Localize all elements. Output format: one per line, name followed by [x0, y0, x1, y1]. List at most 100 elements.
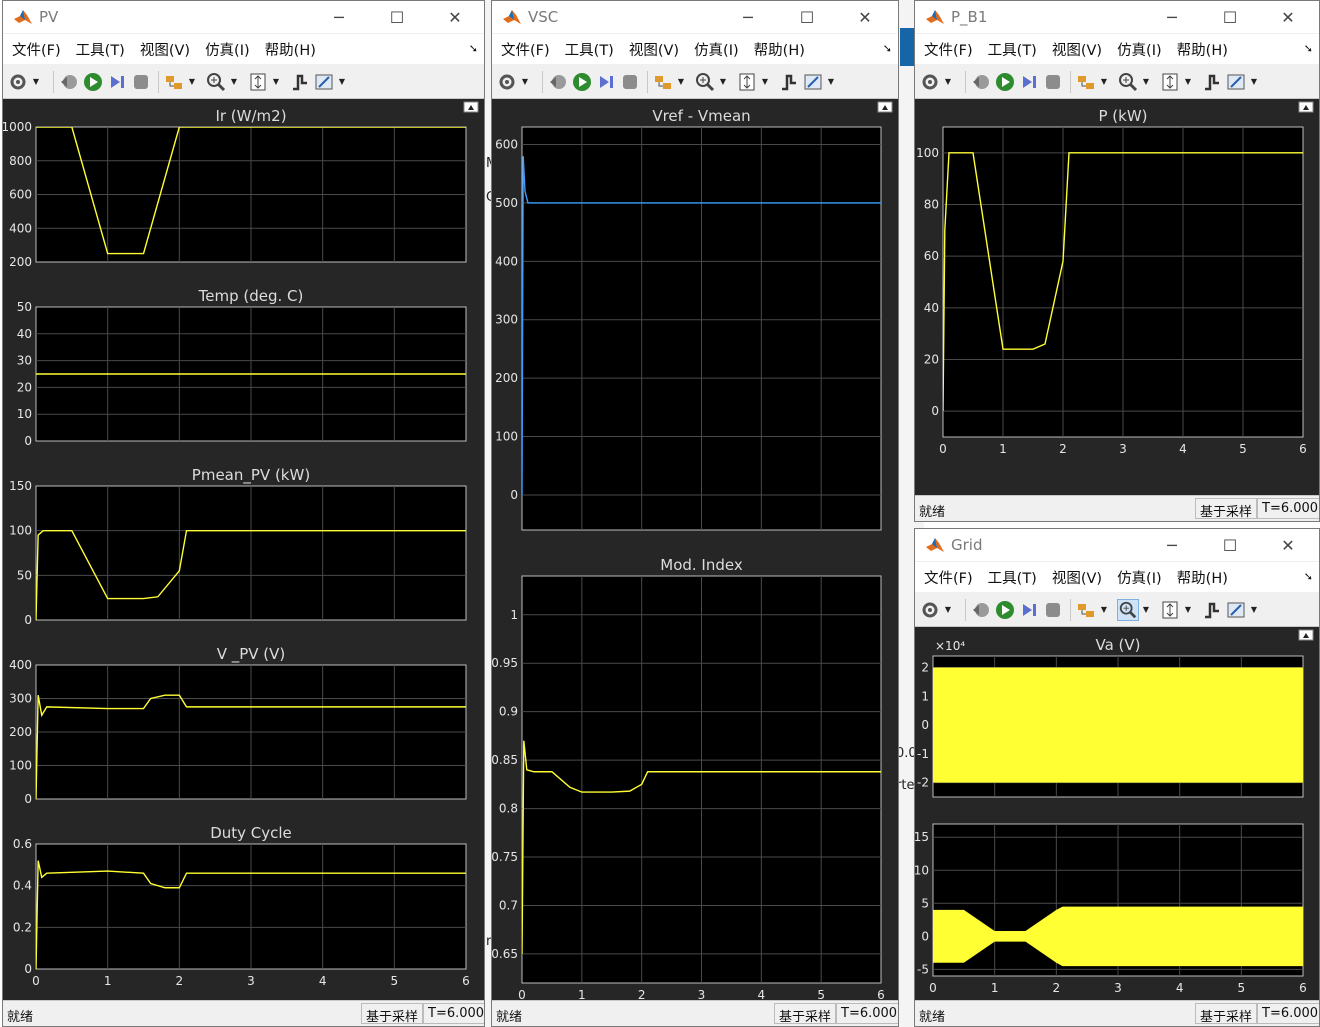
zoom-button[interactable] — [694, 71, 716, 93]
zoom-button[interactable] — [1117, 71, 1139, 93]
rewind-button[interactable] — [970, 599, 992, 621]
menu-file[interactable]: 文件(F) — [924, 39, 973, 60]
dropdown-arrow-icon[interactable]: ▼ — [943, 71, 953, 93]
dropdown-arrow-icon[interactable]: ▼ — [1099, 599, 1109, 621]
pin-icon[interactable]: ➘ — [1304, 42, 1313, 55]
gear-button[interactable] — [7, 71, 29, 93]
scope-window-pv[interactable]: PV ─ ☐ ✕ 文件(F) 工具(T) 视图(V) 仿真(I) 帮助(H) ➘ ▼ ▼ ▼ ▼… — [2, 0, 485, 1027]
run-button[interactable] — [82, 71, 104, 93]
menu-file[interactable]: 文件(F) — [924, 567, 973, 588]
scope-window-vsc[interactable]: VSC ─ ☐ ✕ 文件(F) 工具(T) 视图(V) 仿真(I) 帮助(H) ➘ ▼ ▼ ▼… — [491, 0, 899, 1027]
dropdown-arrow-icon[interactable]: ▼ — [1183, 599, 1193, 621]
trigger-button[interactable] — [1201, 599, 1223, 621]
menu-view[interactable]: 视图(V) — [1052, 567, 1102, 588]
minimize-button[interactable]: ─ — [1157, 1, 1187, 33]
title-bar[interactable]: P_B1 ─ ☐ ✕ — [915, 1, 1319, 33]
dropdown-arrow-icon[interactable]: ▼ — [1099, 71, 1109, 93]
highlight-block-button[interactable] — [652, 71, 674, 93]
cursor-measure-button[interactable] — [313, 71, 335, 93]
dropdown-arrow-icon[interactable]: ▼ — [520, 71, 530, 93]
menu-help[interactable]: 帮助(H) — [754, 39, 805, 60]
undock-icon[interactable] — [1298, 101, 1314, 113]
menu-view[interactable]: 视图(V) — [629, 39, 679, 60]
trigger-button[interactable] — [1201, 71, 1223, 93]
axes[interactable]: 0 100 200 300 400 500 600 Vref - Vmean — [495, 107, 882, 531]
run-button[interactable] — [571, 71, 593, 93]
zoom-button[interactable] — [205, 71, 227, 93]
cursor-measure-button[interactable] — [802, 71, 824, 93]
gear-button[interactable] — [919, 599, 941, 621]
autoscale-button[interactable] — [247, 71, 269, 93]
autoscale-button[interactable] — [736, 71, 758, 93]
title-bar[interactable]: PV ─ ☐ ✕ — [3, 1, 484, 33]
autoscale-button[interactable] — [1159, 599, 1181, 621]
menu-simulation[interactable]: 仿真(I) — [694, 39, 739, 60]
stop-button[interactable] — [130, 71, 152, 93]
run-button[interactable] — [994, 71, 1016, 93]
dropdown-arrow-icon[interactable]: ▼ — [760, 71, 770, 93]
menu-help[interactable]: 帮助(H) — [1177, 567, 1228, 588]
close-button[interactable]: ✕ — [850, 1, 880, 33]
autoscale-button[interactable] — [1159, 71, 1181, 93]
minimize-button[interactable]: ─ — [733, 1, 763, 33]
run-button[interactable] — [994, 599, 1016, 621]
dropdown-arrow-icon[interactable]: ▼ — [1249, 599, 1259, 621]
step-forward-button[interactable] — [1018, 71, 1040, 93]
undock-icon[interactable] — [463, 101, 479, 113]
axes[interactable]: -50510150 1 2 3 4 5 6 — [915, 823, 1307, 995]
menu-file[interactable]: 文件(F) — [12, 39, 61, 60]
close-button[interactable]: ✕ — [1273, 1, 1303, 33]
axes[interactable]: 0 0.2 0.4 0.6 0 1 2 3 4 5 6 Duty Cycle — [13, 824, 470, 988]
stop-button[interactable] — [1042, 599, 1064, 621]
axes[interactable]: 200 400 600 800 1000 Ir (W/m2) — [3, 107, 467, 269]
gear-button[interactable] — [919, 71, 941, 93]
dropdown-arrow-icon[interactable]: ▼ — [943, 599, 953, 621]
scope-window-p-b1[interactable]: P_B1 ─ ☐ ✕ 文件(F) 工具(T) 视图(V) 仿真(I) 帮助(H) ➘ ▼ ▼… — [914, 0, 1320, 522]
rewind-button[interactable] — [58, 71, 80, 93]
axes[interactable]: 0.650.70.750.80.850.90.9510 1 2 3 4 5 6Mod. In… — [492, 556, 885, 1002]
menu-simulation[interactable]: 仿真(I) — [1117, 39, 1162, 60]
cursor-measure-button[interactable] — [1225, 71, 1247, 93]
dropdown-arrow-icon[interactable]: ▼ — [1183, 71, 1193, 93]
undock-icon[interactable] — [1298, 629, 1314, 641]
menu-help[interactable]: 帮助(H) — [265, 39, 316, 60]
axes[interactable]: 0 50 100 150 Pmean_PV (kW) — [9, 466, 467, 627]
highlight-block-button[interactable] — [1075, 71, 1097, 93]
step-forward-button[interactable] — [106, 71, 128, 93]
pin-icon[interactable]: ➘ — [469, 42, 478, 55]
trigger-button[interactable] — [289, 71, 311, 93]
title-bar[interactable]: VSC ─ ☐ ✕ — [492, 1, 898, 33]
stop-button[interactable] — [1042, 71, 1064, 93]
dropdown-arrow-icon[interactable]: ▼ — [1249, 71, 1259, 93]
close-button[interactable]: ✕ — [440, 1, 470, 33]
dropdown-arrow-icon[interactable]: ▼ — [676, 71, 686, 93]
zoom-button[interactable] — [1117, 598, 1139, 621]
title-bar[interactable]: Grid ─ ☐ ✕ — [915, 529, 1319, 561]
undock-icon[interactable] — [877, 101, 893, 113]
dropdown-arrow-icon[interactable]: ▼ — [826, 71, 836, 93]
maximize-button[interactable]: ☐ — [382, 1, 412, 33]
trigger-button[interactable] — [778, 71, 800, 93]
minimize-button[interactable]: ─ — [324, 1, 354, 33]
scope-window-grid[interactable]: Grid ─ ☐ ✕ 文件(F) 工具(T) 视图(V) 仿真(I) 帮助(H) ➘ ▼ ▼… — [914, 528, 1320, 1027]
minimize-button[interactable]: ─ — [1157, 529, 1187, 561]
close-button[interactable]: ✕ — [1273, 529, 1303, 561]
cursor-measure-button[interactable] — [1225, 599, 1247, 621]
dropdown-arrow-icon[interactable]: ▼ — [31, 71, 41, 93]
rewind-button[interactable] — [547, 71, 569, 93]
dropdown-arrow-icon[interactable]: ▼ — [229, 71, 239, 93]
highlight-block-button[interactable] — [1075, 599, 1097, 621]
dropdown-arrow-icon[interactable]: ▼ — [1141, 71, 1151, 93]
axes[interactable]: -2 -1 0 1 2 Va (V) ×10⁴ — [917, 636, 1304, 798]
dropdown-arrow-icon[interactable]: ▼ — [718, 71, 728, 93]
maximize-button[interactable]: ☐ — [1215, 529, 1245, 561]
maximize-button[interactable]: ☐ — [1215, 1, 1245, 33]
dropdown-arrow-icon[interactable]: ▼ — [1141, 599, 1151, 621]
maximize-button[interactable]: ☐ — [792, 1, 822, 33]
menu-simulation[interactable]: 仿真(I) — [1117, 567, 1162, 588]
menu-simulation[interactable]: 仿真(I) — [205, 39, 250, 60]
highlight-block-button[interactable] — [163, 71, 185, 93]
dropdown-arrow-icon[interactable]: ▼ — [187, 71, 197, 93]
menu-file[interactable]: 文件(F) — [501, 39, 550, 60]
rewind-button[interactable] — [970, 71, 992, 93]
